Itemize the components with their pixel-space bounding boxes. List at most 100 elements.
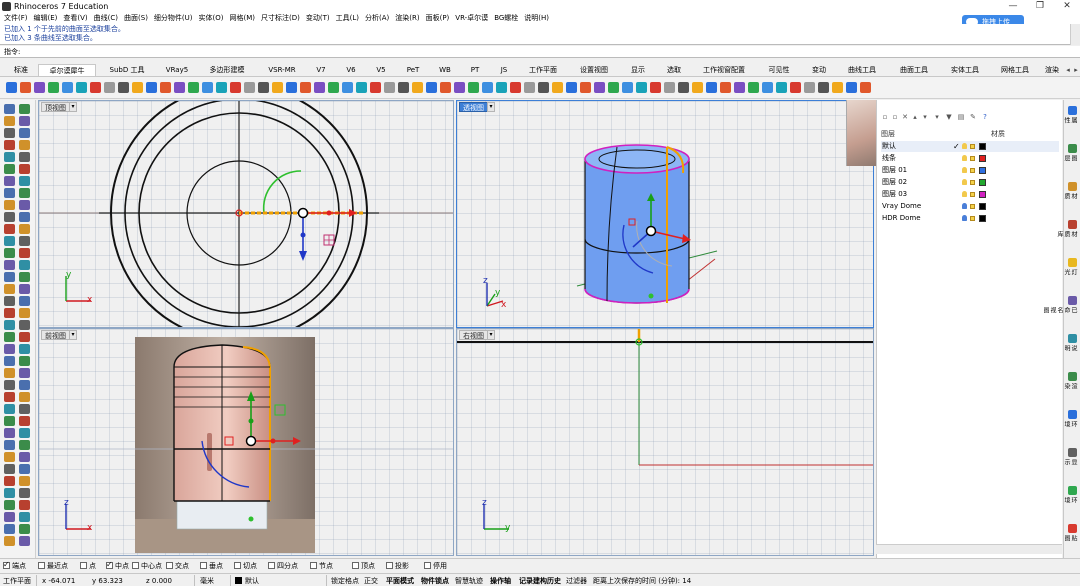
tab-zhuoermo[interactable]: 卓尔谟犀牛 [38,64,96,76]
layer-row[interactable]: 线条 [881,153,1059,164]
help-icon[interactable]: ? [981,113,989,121]
viewport-title[interactable]: 前视图 [41,330,70,340]
viewport-title[interactable]: 透视图 [459,102,488,112]
osnap-checkbox[interactable] [234,562,241,569]
left-toolbar-tool-icon[interactable] [19,164,30,174]
toolbar-tool-icon[interactable] [174,82,185,93]
toolbar-tool-icon[interactable] [748,82,759,93]
status-toggle[interactable]: 平面模式 [386,576,414,586]
osnap-checkbox[interactable] [38,562,45,569]
left-toolbar-tool-icon[interactable] [4,296,15,306]
tab-pet[interactable]: PeT [396,64,430,76]
menu-vr[interactable]: VR-卓尔谟 [452,13,491,24]
left-toolbar-tool-icon[interactable] [19,524,30,534]
left-toolbar-tool-icon[interactable] [4,308,15,318]
menu-tools[interactable]: 工具(L) [333,13,362,24]
left-toolbar-tool-icon[interactable] [19,404,30,414]
tab-js[interactable]: JS [490,64,518,76]
tab-select[interactable]: 选取 [656,64,692,76]
toolbar-tool-icon[interactable] [356,82,367,93]
left-toolbar-tool-icon[interactable] [19,152,30,162]
minimize-button[interactable]: — [1000,0,1026,13]
tab-mesh-tools[interactable]: 网格工具 [990,64,1040,76]
tab-render[interactable]: 渲染 [1040,64,1064,76]
left-toolbar-tool-icon[interactable] [4,488,15,498]
maximize-button[interactable]: ❐ [1027,0,1053,13]
status-toggle[interactable]: 锁定格点 [331,576,359,586]
toolbar-tool-icon[interactable] [650,82,661,93]
left-toolbar-tool-icon[interactable] [19,140,30,150]
toolbar-tool-icon[interactable] [62,82,73,93]
viewport-menu-icon[interactable]: ▾ [69,330,77,340]
status-toggle[interactable]: 物件锁点 [421,576,449,586]
menu-bg[interactable]: BG螺栓 [491,13,521,24]
move-up-icon[interactable]: ▴ [911,113,919,121]
toolbar-tool-icon[interactable] [34,82,45,93]
left-toolbar-tool-icon[interactable] [19,464,30,474]
left-toolbar-tool-icon[interactable] [19,224,30,234]
move-parent-icon[interactable]: ▾ [933,113,941,121]
toolbar-tool-icon[interactable] [384,82,395,93]
osnap-checkbox[interactable] [3,560,10,570]
left-toolbar-tool-icon[interactable] [4,236,15,246]
osnap-option[interactable]: 中心点 [132,561,162,571]
lock-icon[interactable] [970,180,975,185]
left-toolbar-tool-icon[interactable] [4,272,15,282]
viewport-title[interactable]: 顶视图 [41,102,70,112]
toolbar-tool-icon[interactable] [146,82,157,93]
osnap-checkbox[interactable] [132,562,139,569]
layer-row[interactable]: 图层 02 [881,177,1059,188]
osnap-checkbox[interactable] [310,562,317,569]
toolbar-tool-icon[interactable] [860,82,871,93]
layer-color-swatch[interactable] [979,191,986,198]
left-toolbar-tool-icon[interactable] [19,380,30,390]
visibility-bulb-icon[interactable] [962,203,967,209]
left-toolbar-tool-icon[interactable] [4,176,15,186]
osnap-option[interactable]: 端点 [3,560,26,571]
command-line[interactable]: 指令: [0,46,1080,58]
tab-v6[interactable]: V6 [336,64,366,76]
osnap-checkbox[interactable] [106,560,113,570]
settings-icon[interactable]: ✎ [969,113,977,121]
toolbar-tool-icon[interactable] [552,82,563,93]
left-toolbar-tool-icon[interactable] [19,104,30,114]
tab-viewport-layout[interactable]: 工作视窗配置 [692,64,756,76]
viewport-menu-icon[interactable]: ▾ [69,102,77,112]
layer-row[interactable]: 默认 ✓ [881,141,1059,152]
new-layer-icon[interactable]: ▫ [881,113,889,121]
toolbar-tool-icon[interactable] [328,82,339,93]
toolbar-tool-icon[interactable] [706,82,717,93]
menu-transform[interactable]: 变动(T) [303,13,333,24]
toolbar-tool-icon[interactable] [6,82,17,93]
left-toolbar-tool-icon[interactable] [4,164,15,174]
current-layer-check[interactable]: ✓ [953,141,960,152]
left-toolbar-tool-icon[interactable] [19,308,30,318]
viewport-perspective[interactable]: 透视图 ▾ x y z [456,100,874,328]
left-toolbar-tool-icon[interactable] [19,284,30,294]
layer-color-swatch[interactable] [979,167,986,174]
layer-tools-icon[interactable]: ▤ [957,113,965,121]
left-toolbar-tool-icon[interactable] [4,140,15,150]
left-toolbar-tool-icon[interactable] [19,356,30,366]
toolbar-tool-icon[interactable] [370,82,381,93]
left-toolbar-tool-icon[interactable] [19,452,30,462]
tab-wb[interactable]: WB [430,64,460,76]
status-toggle[interactable]: 过滤器 [566,576,587,586]
left-toolbar-tool-icon[interactable] [4,188,15,198]
viewport-top[interactable]: 顶视图 ▾ x y [38,100,454,328]
lock-icon[interactable] [970,192,975,197]
layer-row[interactable]: Vray Dome [881,201,1059,212]
toolbar-tool-icon[interactable] [566,82,577,93]
osnap-checkbox[interactable] [386,562,393,569]
tab-v5[interactable]: V5 [366,64,396,76]
left-toolbar-tool-icon[interactable] [19,416,30,426]
left-toolbar-tool-icon[interactable] [19,368,30,378]
left-toolbar-tool-icon[interactable] [19,176,30,186]
menu-solid[interactable]: 实体(O) [196,13,227,24]
menu-curve[interactable]: 曲线(C) [91,13,121,24]
toolbar-tool-icon[interactable] [678,82,689,93]
left-toolbar-tool-icon[interactable] [19,200,30,210]
toolbar-tool-icon[interactable] [202,82,213,93]
menu-render[interactable]: 渲染(R) [392,13,422,24]
tab-surface-tools[interactable]: 曲面工具 [888,64,940,76]
